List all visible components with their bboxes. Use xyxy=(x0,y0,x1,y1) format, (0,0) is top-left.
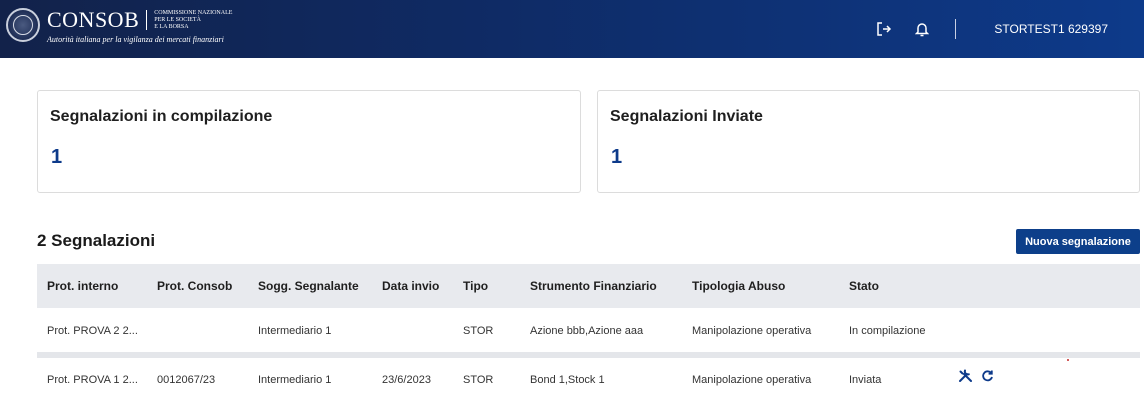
header-prot-consob[interactable]: Prot. Consob xyxy=(157,279,232,293)
card-count: 1 xyxy=(51,146,63,168)
consob-seal-icon xyxy=(6,8,40,42)
card-in-compilazione: Segnalazioni in compilazione 1 xyxy=(37,90,581,193)
new-report-button[interactable]: Nuova segnalazione xyxy=(1016,229,1140,254)
brand-block: CONSOB COMMISSIONE NAZIONALE PER LE SOCI… xyxy=(47,7,233,45)
table-row[interactable]: Prot. PROVA 1 2... 0012067/23 Intermedia… xyxy=(37,358,1140,402)
table-header: Prot. interno Prot. Consob Sogg. Segnala… xyxy=(37,264,1140,308)
cell-data-invio: 23/6/2023 xyxy=(382,374,431,386)
cell-tipologia-abuso: Manipolazione operativa xyxy=(692,325,812,337)
header-strumento-finanziario[interactable]: Strumento Finanziario xyxy=(530,279,657,293)
header-prot-interno[interactable]: Prot. interno xyxy=(47,279,118,293)
decorative-dot xyxy=(1067,359,1069,361)
cell-strumento-finanziario: Bond 1,Stock 1 xyxy=(530,374,605,386)
brand-name: CONSOB xyxy=(47,7,140,32)
cell-strumento-finanziario: Azione bbb,Azione aaa xyxy=(530,325,644,337)
card-title: Segnalazioni Inviate xyxy=(610,108,763,125)
cell-prot-interno: Prot. PROVA 2 2... xyxy=(47,325,138,337)
list-title: 2 Segnalazioni xyxy=(37,231,156,250)
cell-tipologia-abuso: Manipolazione operativa xyxy=(692,374,812,386)
cell-stato: Inviata xyxy=(849,374,882,386)
header-stato[interactable]: Stato xyxy=(849,279,879,293)
reports-table: Prot. interno Prot. Consob Sogg. Segnala… xyxy=(37,264,1140,402)
cell-sogg-segnalante: Intermediario 1 xyxy=(258,374,332,386)
brand-divider xyxy=(146,10,148,30)
header-sogg-segnalante[interactable]: Sogg. Segnalante xyxy=(258,279,359,293)
bell-icon[interactable] xyxy=(909,16,935,42)
consob-logo[interactable]: CONSOB COMMISSIONE NAZIONALE PER LE SOCI… xyxy=(6,8,232,44)
cell-stato: In compilazione xyxy=(849,325,926,337)
card-count: 1 xyxy=(611,146,623,168)
user-name[interactable]: STORTEST1 629397 xyxy=(994,22,1108,36)
brand-tagline: Autorità italiana per la vigilanza dei m… xyxy=(47,35,224,44)
header-tipo[interactable]: Tipo xyxy=(463,279,488,293)
top-bar: CONSOB COMMISSIONE NAZIONALE PER LE SOCI… xyxy=(0,0,1144,58)
cell-prot-consob: 0012067/23 xyxy=(157,374,216,386)
card-inviate: Segnalazioni Inviate 1 xyxy=(597,90,1140,193)
brand-subtitle: COMMISSIONE NAZIONALE PER LE SOCIETÀ E L… xyxy=(154,9,233,30)
cell-tipo: STOR xyxy=(463,325,494,337)
header-data-invio[interactable]: Data invio xyxy=(382,279,439,293)
card-title: Segnalazioni in compilazione xyxy=(50,108,273,125)
logout-icon[interactable] xyxy=(871,16,897,42)
cell-prot-interno: Prot. PROVA 1 2... xyxy=(47,374,138,386)
cell-tipo: STOR xyxy=(463,374,494,386)
refresh-icon[interactable] xyxy=(979,367,995,383)
tools-icon[interactable] xyxy=(957,367,973,383)
table-row[interactable]: Prot. PROVA 2 2... Intermediario 1 STOR … xyxy=(37,308,1140,358)
cell-sogg-segnalante: Intermediario 1 xyxy=(258,325,332,337)
header-divider xyxy=(955,19,957,39)
header-tipologia-abuso[interactable]: Tipologia Abuso xyxy=(692,279,785,293)
row-actions xyxy=(957,367,1001,383)
